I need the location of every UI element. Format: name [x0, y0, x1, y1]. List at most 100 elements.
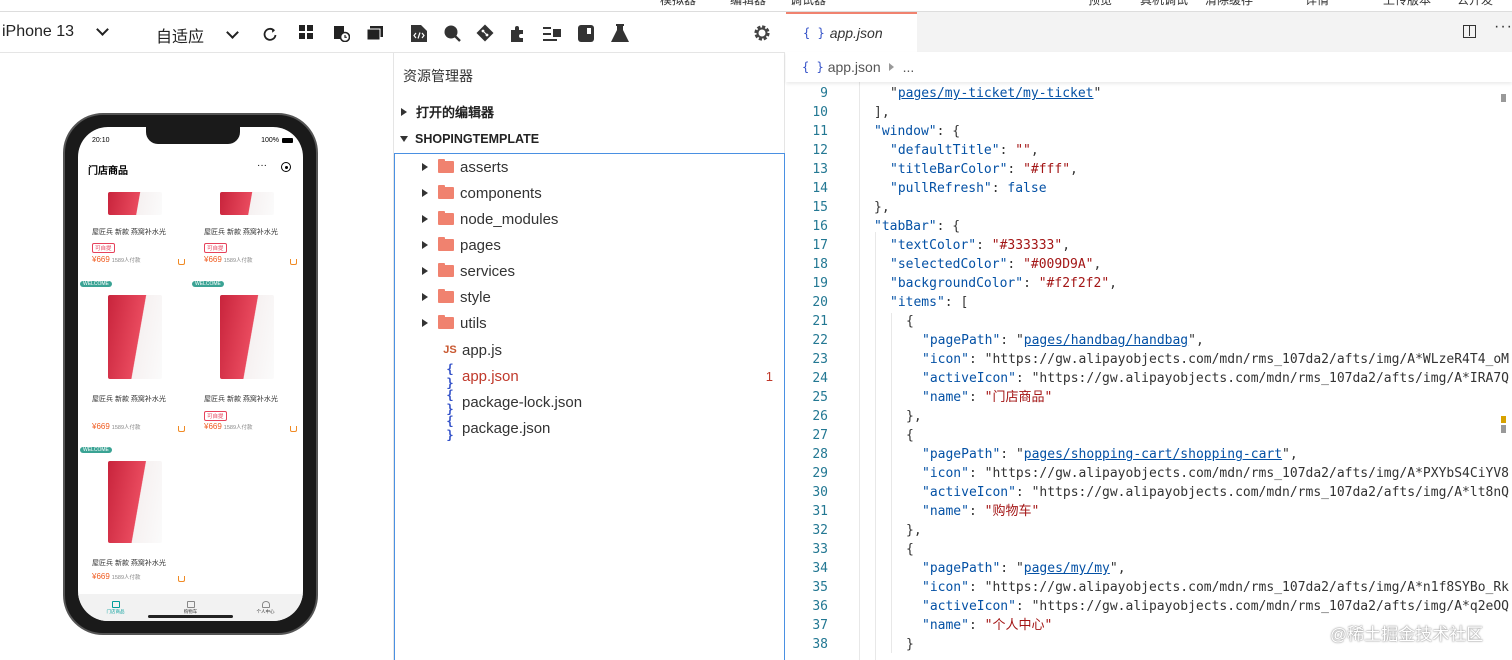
open-editors-section[interactable]: 打开的编辑器 — [400, 102, 494, 121]
tab-store-products[interactable]: 门店商品 — [78, 594, 153, 621]
code-editor[interactable]: 9 "pages/my-ticket/my-ticket" 10], 11 "windo… — [786, 82, 1512, 660]
line-number: 17 — [812, 238, 828, 253]
code-text: "selectedColor": "#009D9A", — [890, 257, 1102, 272]
watermark: @稀土掘金技术社区 — [1330, 625, 1484, 644]
more-actions-icon[interactable]: ··· — [1494, 18, 1512, 36]
page-history-icon[interactable] — [333, 25, 350, 42]
breadcrumb-more[interactable]: ... — [903, 59, 915, 75]
flask-icon[interactable] — [611, 24, 629, 42]
sold-count: 1589人付款 — [111, 425, 141, 431]
device-select[interactable]: iPhone 13 — [2, 23, 109, 41]
storage-icon[interactable] — [578, 25, 594, 42]
line-number: 33 — [812, 542, 828, 557]
chevron-down-icon — [400, 136, 408, 142]
product-name: 屋匠兵 新款 燕窝补水光 — [92, 229, 166, 236]
search-icon[interactable] — [444, 25, 461, 42]
product-card[interactable]: WELCOME 屋匠兵 新款 燕窝补水光 可自提 ¥669 1589人付款 — [192, 281, 298, 439]
menu-publish[interactable]: 公开发 — [1457, 0, 1493, 8]
json-file-icon: { } — [446, 414, 454, 442]
more-menu-button[interactable]: ··· — [257, 160, 267, 171]
product-card[interactable]: 屋匠兵 新款 燕窝补水光 可自提 ¥669 1589人付款 — [82, 179, 186, 274]
code-line: 27 { — [786, 426, 1512, 445]
cart-icon[interactable] — [290, 259, 297, 265]
code-text: "pagePath": "pages/my/my", — [922, 561, 1126, 576]
folder-style[interactable]: style — [395, 284, 784, 310]
product-image — [108, 295, 162, 379]
cart-icon[interactable] — [178, 259, 185, 265]
file-package-json[interactable]: { } package.json — [395, 414, 784, 442]
product-name: 屋匠兵 新款 燕窝补水光 — [204, 396, 278, 403]
sold-count: 1589人付款 — [111, 575, 141, 581]
cart-icon[interactable] — [290, 426, 297, 432]
split-editor-icon[interactable] — [1463, 25, 1476, 38]
cart-icon[interactable] — [178, 576, 185, 582]
menu-device-debug[interactable]: 真机调试 — [1140, 0, 1188, 8]
line-number: 9 — [820, 86, 828, 101]
code-text: }, — [906, 409, 922, 424]
code-line: 22 "pagePath": "pages/handbag/handbag", — [786, 331, 1512, 350]
menu-debugger[interactable]: 调试器 — [790, 0, 826, 8]
code-text: { — [906, 542, 914, 557]
editor-tab-app-json[interactable]: { } app.json — [786, 12, 917, 52]
menu-editor[interactable]: 编辑器 — [730, 0, 766, 8]
code-line: 28 "pagePath": "pages/shopping-cart/shopp… — [786, 445, 1512, 464]
folder-asserts[interactable]: asserts — [395, 154, 784, 180]
menu-details[interactable]: 详情 — [1305, 0, 1329, 8]
product-card[interactable]: WELCOME 屋匠兵 新款 燕窝补水光 ¥669 1589人付款 — [80, 281, 186, 439]
code-text: }, — [874, 200, 890, 215]
gear-icon[interactable] — [753, 24, 771, 42]
menu-preview[interactable]: 预览 — [1088, 0, 1112, 8]
product-price: ¥669 1589人付款 — [204, 255, 253, 264]
folder-pages[interactable]: pages — [395, 232, 784, 258]
pickup-badge: 可自提 — [204, 411, 227, 421]
code-line: 32}, — [786, 521, 1512, 540]
folder-utils[interactable]: utils — [395, 310, 784, 336]
menu-clear-cache[interactable]: 清除缓存 — [1205, 0, 1253, 8]
line-number: 22 — [812, 333, 828, 348]
folder-icon — [438, 185, 454, 199]
zoom-select[interactable]: 自适应 — [156, 23, 239, 47]
close-capsule-icon[interactable] — [281, 162, 291, 172]
item-label: style — [460, 288, 491, 306]
code-text: } — [906, 637, 914, 652]
line-number: 28 — [812, 447, 828, 462]
chevron-down-icon — [96, 23, 109, 36]
line-number: 11 — [812, 124, 828, 139]
grid-icon[interactable] — [299, 25, 314, 40]
chevron-right-icon — [422, 319, 428, 327]
menu-simulator[interactable]: 模拟器 — [660, 0, 696, 8]
welcome-tag: WELCOME — [192, 281, 224, 287]
folder-node-modules[interactable]: node_modules — [395, 206, 784, 232]
scrollbar-marker — [1501, 94, 1506, 102]
code-line: 11 "window": { — [786, 122, 1512, 141]
code-text: { — [906, 428, 914, 443]
menu-upload[interactable]: 上传版本 — [1383, 0, 1431, 8]
code-line: 29 "icon": "https://gw.alipayobjects.com/… — [786, 464, 1512, 483]
welcome-tag: WELCOME — [80, 447, 112, 453]
file-package-lock-json[interactable]: { } package-lock.json — [395, 388, 784, 416]
folder-services[interactable]: services — [395, 258, 784, 284]
tab-label: 个人中心 — [256, 608, 275, 614]
file-code-icon[interactable] — [411, 25, 427, 42]
file-app-json[interactable]: { } app.json 1 — [395, 362, 784, 390]
project-section[interactable]: SHOPINGTEMPLATE — [400, 132, 539, 146]
tab-label: app.json — [829, 25, 883, 41]
explorer-title: 资源管理器 — [403, 68, 473, 84]
product-card[interactable]: WELCOME 屋匠兵 新款 燕窝补水光 ¥669 1589人付款 — [80, 447, 186, 591]
product-card[interactable]: 屋匠兵 新款 燕窝补水光 可自提 ¥669 1589人付款 — [194, 179, 298, 274]
refresh-icon[interactable] — [262, 26, 278, 42]
js-file-icon: JS — [443, 344, 457, 356]
tab-profile[interactable]: 个人中心 — [228, 594, 303, 621]
phone-frame: 20:10 100% 门店商品 ··· 屋匠兵 新款 燕窝补水光 可自提 ¥66… — [63, 113, 318, 635]
window-icon[interactable] — [367, 26, 384, 41]
breadcrumb-file[interactable]: app.json — [828, 59, 881, 75]
product-price: ¥669 1589人付款 — [92, 572, 141, 581]
folder-components[interactable]: components — [395, 180, 784, 206]
cart-icon[interactable] — [178, 426, 185, 432]
chevron-right-icon — [888, 63, 894, 71]
extensions-icon[interactable] — [510, 25, 527, 42]
git-icon[interactable] — [476, 24, 494, 42]
debug-list-icon[interactable] — [543, 25, 562, 42]
json-file-icon: { } — [802, 60, 824, 74]
file-app-js[interactable]: JS app.js — [395, 337, 784, 363]
